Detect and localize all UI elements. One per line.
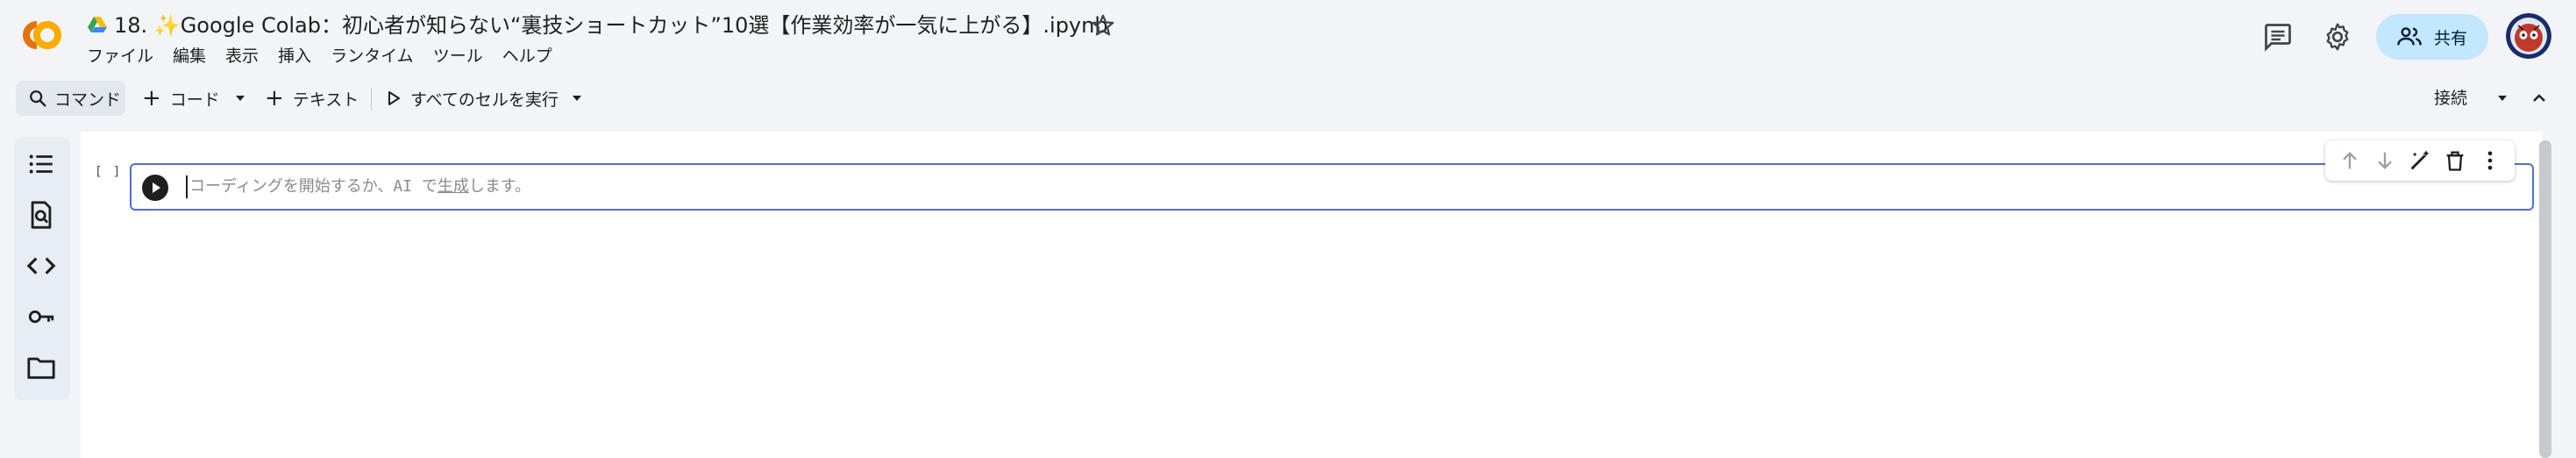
text-cursor <box>186 175 188 198</box>
add-text-label: テキスト <box>292 89 359 110</box>
delete-icon[interactable] <box>2443 148 2467 173</box>
notebook-title[interactable]: 18. ✨Google Colab：初心者が知らない“裏技ショートカット”10選… <box>114 11 1108 40</box>
placeholder-text-start: コーディングを開始するか、AI で <box>189 177 438 196</box>
run-all-dropdown-chevron-down-icon[interactable] <box>570 91 584 105</box>
files-folder-icon[interactable] <box>26 353 56 383</box>
notebook-scrollbar[interactable] <box>2539 140 2551 458</box>
edit-magic-icon[interactable] <box>2408 148 2432 173</box>
sparkle-emoji: ✨ <box>153 13 181 38</box>
gear-icon[interactable] <box>2322 21 2353 53</box>
connect-dropdown-chevron-down-icon[interactable] <box>2495 91 2509 105</box>
notebook-toolbar: コマンド + コード + テキスト すべてのセルを実行 接続 <box>0 75 2576 121</box>
title-prefix: 18. <box>114 13 154 38</box>
add-code-label: コード <box>169 89 220 110</box>
move-down-icon[interactable] <box>2373 148 2397 173</box>
add-text-button[interactable]: + テキスト <box>265 81 359 116</box>
share-button[interactable]: 共有 <box>2376 14 2488 60</box>
app-header: 18. ✨Google Colab：初心者が知らない“裏技ショートカット”10選… <box>0 0 2576 72</box>
code-editor-placeholder[interactable]: コーディングを開始するか、AI で生成します。 <box>189 175 530 198</box>
cell-toolbar <box>2325 140 2515 181</box>
avatar[interactable] <box>2506 13 2551 59</box>
share-label: 共有 <box>2434 28 2468 48</box>
side-rail <box>14 137 70 400</box>
plus-icon: + <box>142 85 161 111</box>
toolbar-divider <box>371 88 372 111</box>
table-of-contents-icon[interactable] <box>26 149 56 179</box>
run-cell-button[interactable] <box>142 175 168 201</box>
collapse-chevron-up-icon[interactable] <box>2529 88 2550 109</box>
menu-tools[interactable]: ツール <box>433 44 483 68</box>
play-icon <box>153 182 160 193</box>
star-icon[interactable] <box>1090 12 1116 39</box>
command-label: コマンド <box>54 89 122 110</box>
connect-button[interactable]: 接続 <box>2434 81 2467 116</box>
menu-runtime[interactable]: ランタイム <box>331 44 414 68</box>
placeholder-text-end: します。 <box>468 177 531 196</box>
plus-icon: + <box>265 85 284 111</box>
comment-icon[interactable] <box>2262 21 2294 53</box>
move-up-icon[interactable] <box>2338 148 2362 173</box>
colab-logo-icon[interactable] <box>16 16 68 54</box>
command-palette-button[interactable]: コマンド <box>16 81 125 116</box>
run-all-button[interactable]: すべてのセルを実行 <box>386 81 559 116</box>
code-cell[interactable]: コーディングを開始するか、AI で生成します。 <box>130 163 2534 211</box>
generate-link[interactable]: 生成 <box>438 177 469 196</box>
menu-help[interactable]: ヘルプ <box>502 44 552 68</box>
cell-execution-count: [ ] <box>95 165 123 179</box>
menu-edit[interactable]: 編集 <box>173 44 206 68</box>
play-icon <box>388 91 400 105</box>
secrets-key-icon[interactable] <box>26 302 56 332</box>
menu-insert[interactable]: 挿入 <box>278 44 311 68</box>
code-dropdown-chevron-down-icon[interactable] <box>233 91 247 105</box>
add-code-button[interactable]: + コード <box>142 81 220 116</box>
menu-bar: ファイル 編集 表示 挿入 ランタイム ツール ヘルプ <box>87 44 572 68</box>
google-drive-icon <box>88 17 107 32</box>
title-text: Google Colab：初心者が知らない“裏技ショートカット”10選【作業効率… <box>180 13 1108 38</box>
run-all-label: すべてのセルを実行 <box>410 89 559 110</box>
menu-file[interactable]: ファイル <box>87 44 153 68</box>
find-replace-icon[interactable] <box>26 200 56 230</box>
more-vert-icon[interactable] <box>2478 148 2502 173</box>
people-icon <box>2397 27 2422 46</box>
search-icon <box>30 90 46 107</box>
code-snippets-icon[interactable] <box>26 251 56 281</box>
menu-view[interactable]: 表示 <box>225 44 259 68</box>
